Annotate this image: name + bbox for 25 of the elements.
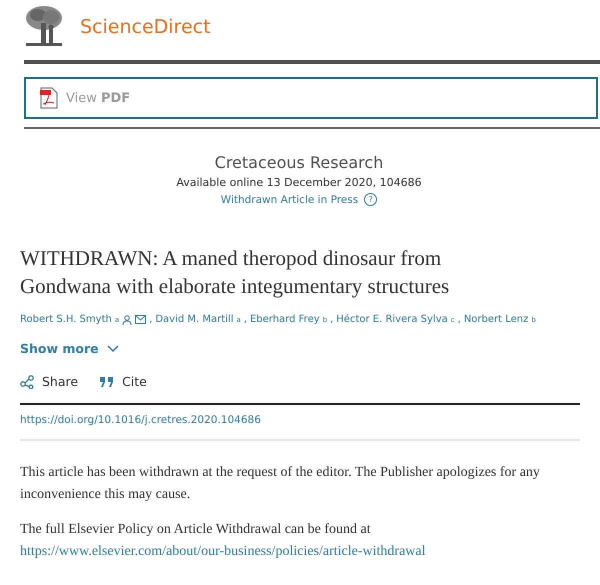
policy-text: The full Elsevier Policy on Article Withdrawal can be found at [20,522,371,537]
share-button[interactable]: Share [20,374,78,389]
tree-logo-drawing [24,5,64,49]
availability-text: Available online 13 December 2020, 104686 [175,176,423,189]
help-icon[interactable]: ? [364,193,378,206]
view-pdf-button[interactable]: View PDF [24,77,598,119]
comma: , [330,314,334,325]
comma: , [458,314,461,325]
comma: , [244,314,247,325]
envelope-icon[interactable] [135,315,146,324]
show-more-button[interactable]: Show more [20,341,119,356]
withdrawn-status-link[interactable]: Withdrawn Article in Press [220,194,358,206]
comma: , [149,314,152,325]
journal-name[interactable]: Cretaceous Research [18,153,580,172]
doi-link[interactable]: https://doi.org/10.1016/j.cretres.2020.104686 [20,414,580,426]
person-icon [122,314,132,324]
quote-icon [100,376,114,386]
cite-button[interactable]: Cite [100,374,147,389]
share-icon [20,374,34,388]
policy-link[interactable]: https://www.elsevier.com/about/our-business/policies/article-withdrawal [20,544,426,559]
chevron-down-icon [106,344,119,352]
pdf-file-icon [40,87,58,109]
withdrawal-notice: This article has been withdrawn at the request of the editor. The Publisher apologizes for any inconvenience this may cause. [20,464,541,504]
article-title: WITHDRAWN: A maned theropod dinosaur from Gondwana with elaborate integumentary structures [20,245,450,300]
brand-name[interactable]: ScienceDirect [80,16,211,38]
